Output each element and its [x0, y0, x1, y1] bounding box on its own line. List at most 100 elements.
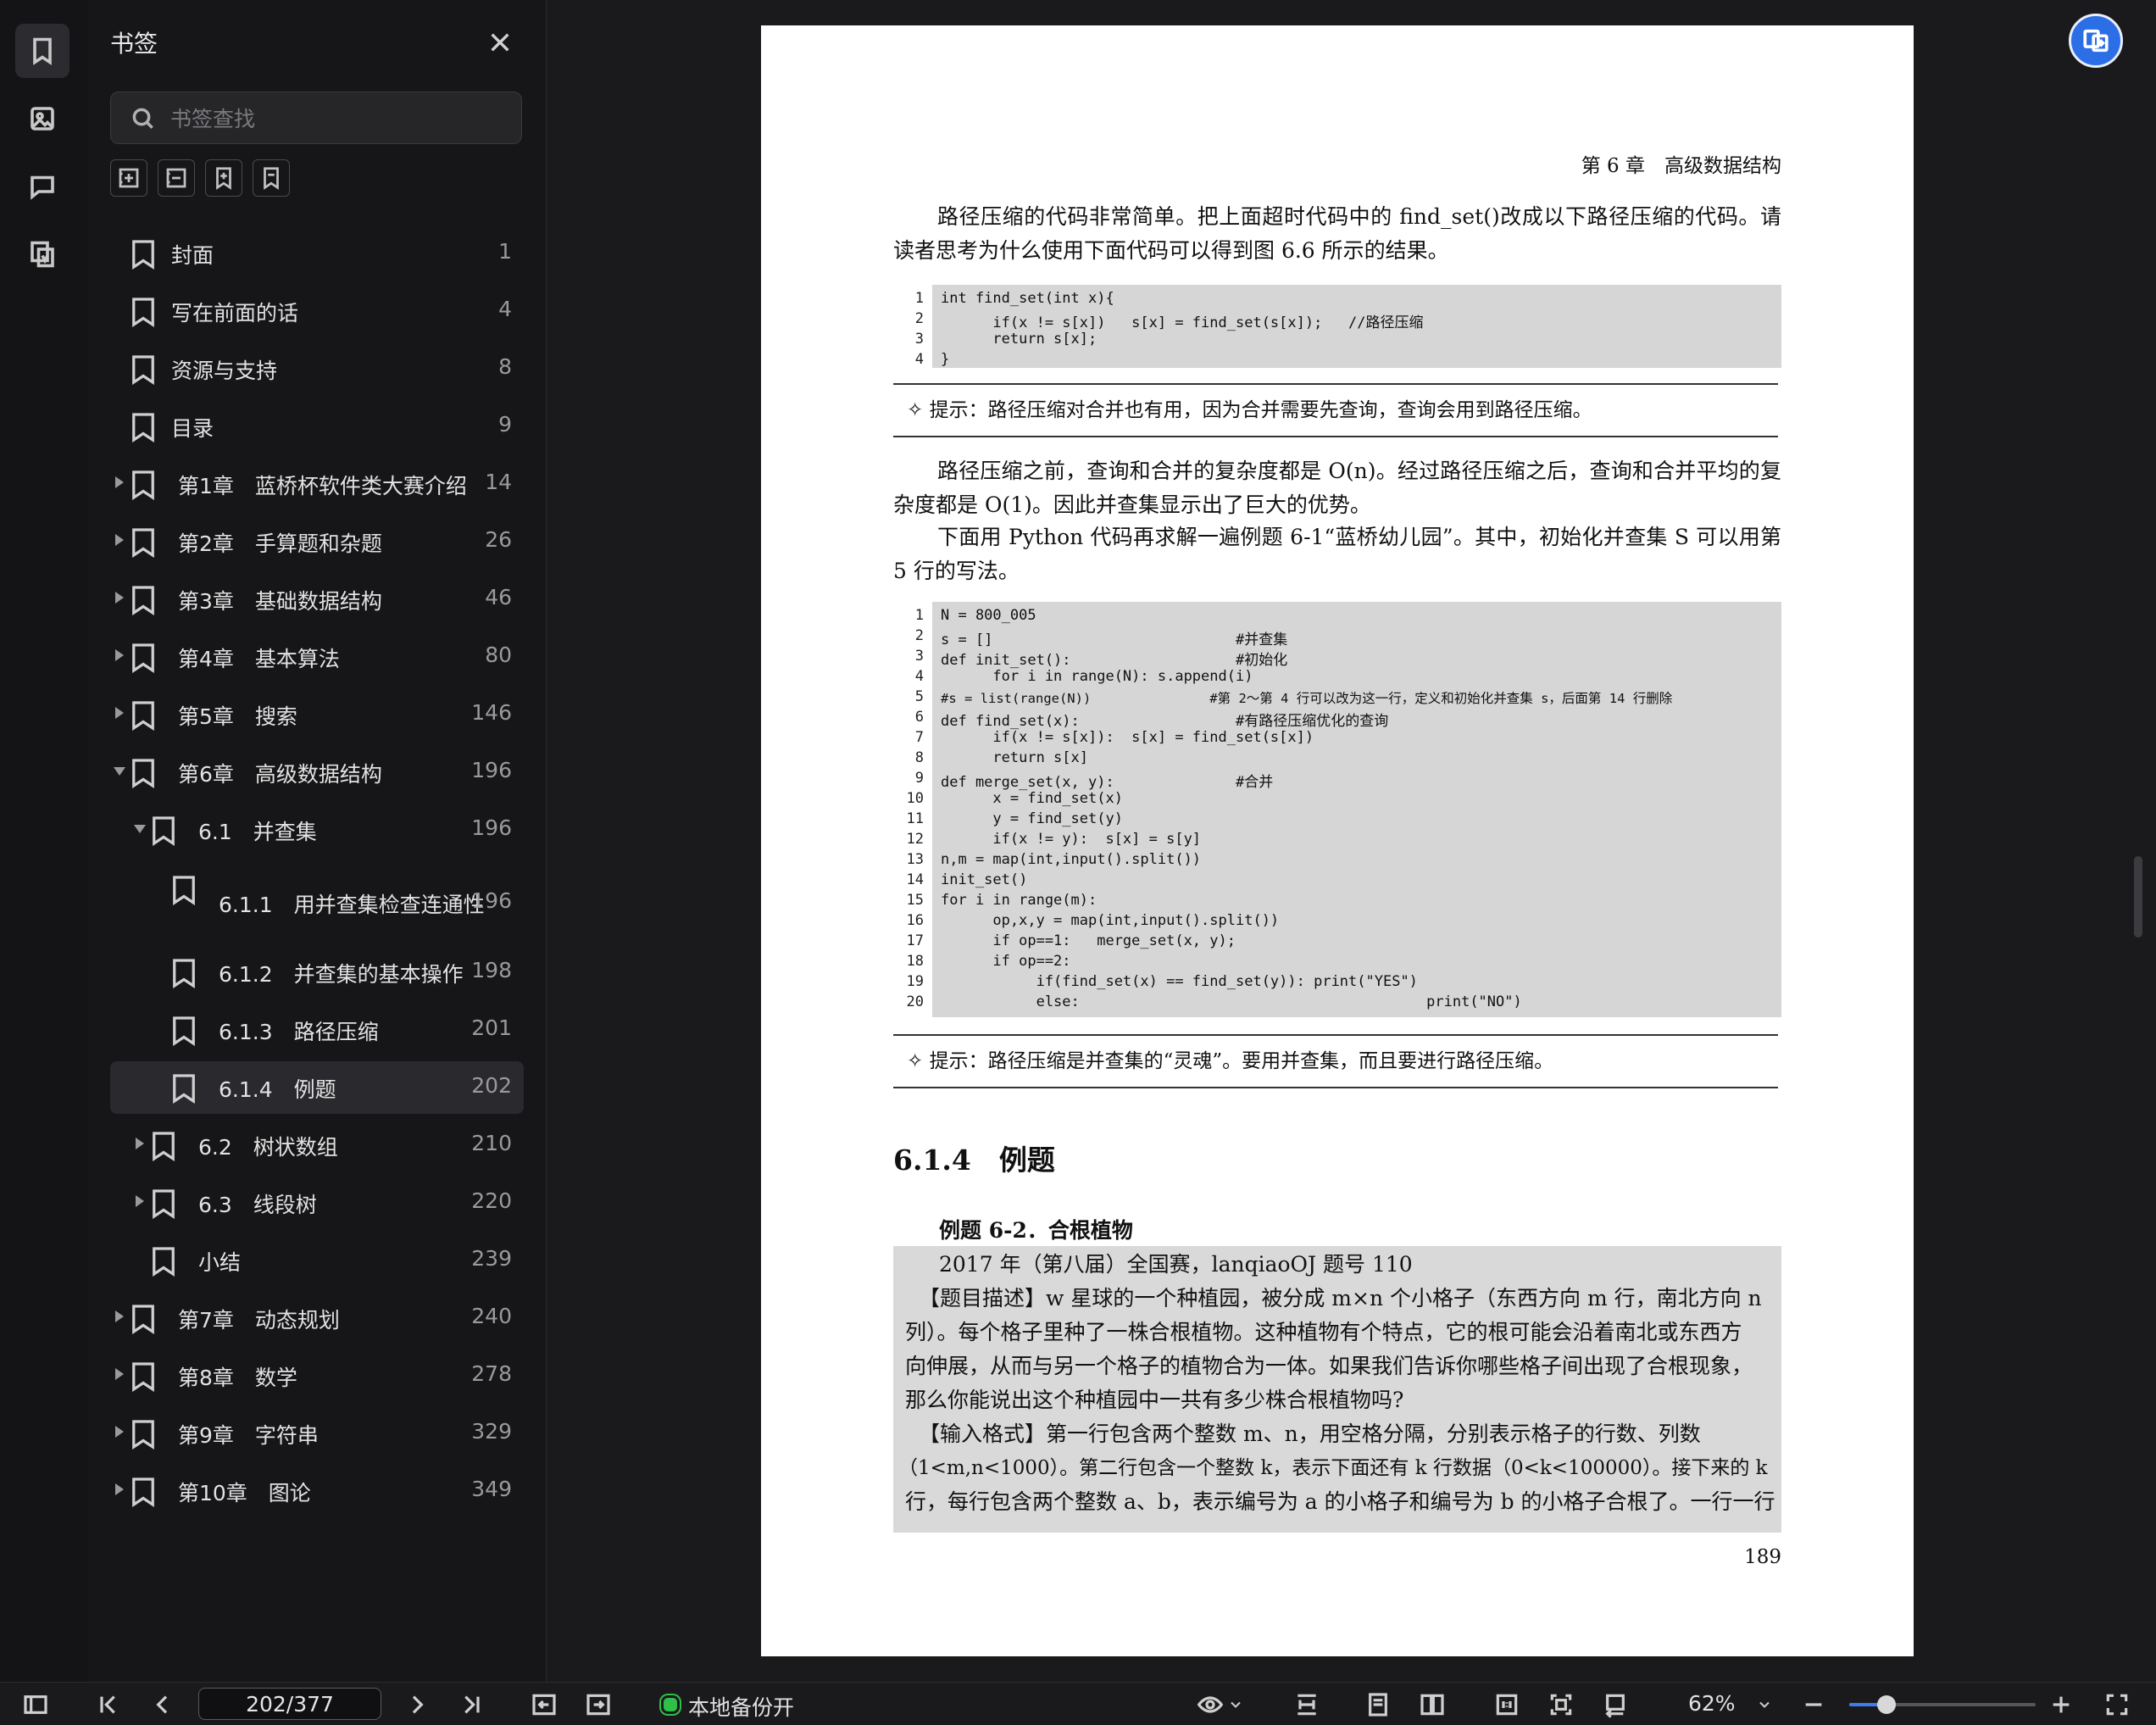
expand-arrow-icon[interactable] [115, 1310, 124, 1322]
code-line: if(x != s[x]) s[x] = find_set(s[x]); //路… [941, 314, 1424, 331]
bookmark-item[interactable]: 第8章 数学 278 [110, 1349, 524, 1402]
bookmark-item[interactable]: 第3章 基础数据结构 46 [110, 573, 524, 626]
collapse-all-button[interactable] [158, 159, 195, 197]
bookmark-page: 198 [471, 958, 512, 982]
bookmark-page: 14 [485, 470, 512, 494]
bookmark-label: 第7章 动态规划 [178, 1308, 340, 1333]
page-number: 189 [1744, 1546, 1781, 1568]
actual-size-button[interactable] [1493, 1691, 1520, 1718]
bookmark-item[interactable]: 6.1.3 路径压缩 201 [110, 1004, 524, 1056]
double-page-button[interactable] [1419, 1691, 1446, 1718]
zoom-level[interactable]: 62% [1688, 1691, 1736, 1716]
bookmark-settings-button[interactable] [253, 159, 290, 197]
bookmark-item[interactable]: 6.2 树状数组 210 [110, 1119, 524, 1171]
comment-panel-button[interactable] [15, 159, 69, 214]
bookmark-item[interactable]: 第2章 手算题和杂题 26 [110, 515, 524, 568]
close-sidebar-button[interactable] [486, 29, 514, 56]
expand-arrow-icon[interactable] [115, 649, 124, 661]
first-page-button[interactable] [95, 1691, 122, 1718]
code-line: for i in range(N): s.append(i) [941, 668, 1253, 685]
bookmark-item-active[interactable]: 6.1.4 例题 202 [110, 1061, 524, 1114]
bookmark-item[interactable]: 6.1.2 并查集的基本操作 198 [110, 946, 524, 999]
previous-page-button[interactable] [149, 1691, 176, 1718]
toggle-sidebar-button[interactable] [22, 1691, 49, 1718]
bookmark-item[interactable]: 第6章 高级数据结构 196 [110, 746, 524, 799]
example-line: 2017 年（第八届）全国赛，lanqiaoOJ 题号 110 [939, 1252, 1413, 1277]
add-bookmark-button[interactable] [205, 159, 242, 197]
bookmark-search-input[interactable] [169, 101, 511, 136]
thumbnail-panel-button[interactable] [15, 92, 69, 146]
section-heading: 6.1.4 例题 [893, 1144, 1055, 1177]
bookmark-page: 196 [471, 758, 512, 782]
bookmark-item[interactable]: 6.1 并查集 196 [110, 804, 524, 856]
bookmark-label: 第9章 字符串 [178, 1423, 319, 1448]
go-forward-button[interactable] [585, 1691, 612, 1718]
fit-page-button[interactable] [1548, 1691, 1575, 1718]
zoom-dropdown[interactable] [1756, 1691, 1773, 1718]
last-page-button[interactable] [458, 1691, 485, 1718]
expand-arrow-icon[interactable] [115, 1483, 124, 1495]
collapse-arrow-icon[interactable] [114, 767, 125, 776]
zoom-slider-handle[interactable] [1877, 1695, 1896, 1714]
bookmark-page: 239 [471, 1246, 512, 1271]
bookmark-icon [132, 643, 154, 674]
code-line: def merge_set(x, y): #合并 [941, 774, 1274, 791]
expand-arrow-icon[interactable] [115, 476, 124, 488]
extract-panel-button[interactable] [15, 227, 69, 281]
bookmark-item[interactable]: 第5章 搜索 146 [110, 688, 524, 741]
expand-arrow-icon[interactable] [115, 534, 124, 546]
go-back-button[interactable] [531, 1691, 558, 1718]
single-page-button[interactable] [1364, 1691, 1392, 1718]
bookmark-item[interactable]: 目录 9 [110, 400, 524, 453]
zoom-in-button[interactable] [2048, 1691, 2075, 1718]
actual-size-icon [1496, 1694, 1518, 1716]
bookmark-icon [132, 1305, 154, 1335]
expand-arrow-icon[interactable] [115, 592, 124, 604]
zoom-out-button[interactable] [1800, 1691, 1827, 1718]
fit-width-button[interactable] [1293, 1691, 1320, 1718]
bookmark-item[interactable]: 6.3 线段树 220 [110, 1177, 524, 1229]
bookmark-page: 210 [471, 1131, 512, 1155]
example-line: 【题目描述】w 星球的一个种植园，被分成 m×n 个小格子（东西方向 m 行，南… [919, 1286, 1762, 1310]
bookmark-item[interactable]: 写在前面的话 4 [110, 285, 524, 337]
page-number-input[interactable] [198, 1688, 381, 1720]
close-icon [491, 33, 509, 52]
bookmark-panel-button[interactable] [15, 24, 69, 78]
bookmark-label: 6.1.1 用并查集检查连通性 [219, 893, 485, 917]
expand-arrow-icon[interactable] [115, 707, 124, 719]
bookmark-item[interactable]: 第7章 动态规划 240 [110, 1292, 524, 1344]
bookmark-item[interactable]: 小结 239 [110, 1234, 524, 1287]
bookmark-label: 6.1.2 并查集的基本操作 [219, 962, 464, 987]
bookmark-item[interactable]: 资源与支持 8 [110, 342, 524, 395]
expand-arrow-icon[interactable] [136, 1195, 144, 1207]
code-line: if(x != y): s[x] = s[y] [941, 831, 1202, 848]
vertical-scrollbar[interactable] [2134, 856, 2142, 938]
bookmark-page: 220 [471, 1188, 512, 1213]
bookmark-page: 201 [471, 1016, 512, 1040]
bottom-toolbar: 本地备份开 62% [0, 1682, 2156, 1725]
reading-mode-dropdown[interactable] [1227, 1691, 1244, 1718]
bookmark-icon [33, 37, 52, 65]
reading-mode-button[interactable] [1197, 1691, 1224, 1718]
bookmark-icon [173, 876, 195, 906]
bookmark-label: 6.1.4 例题 [219, 1077, 336, 1102]
floating-action-button[interactable] [2069, 14, 2123, 68]
bookmark-icon [132, 701, 154, 732]
bookmark-item[interactable]: 第1章 蓝桥杯软件类大赛介绍 14 [110, 458, 524, 510]
expand-arrow-icon[interactable] [115, 1368, 124, 1380]
bookmark-item[interactable]: 第9章 字符串 329 [110, 1407, 524, 1460]
collapse-arrow-icon[interactable] [134, 825, 146, 833]
next-page-button[interactable] [403, 1691, 431, 1718]
local-backup-status[interactable]: 本地备份开 [661, 1691, 794, 1722]
bookmark-item[interactable]: 6.1.1 用并查集检查连通性 196 [110, 861, 524, 943]
zoom-slider[interactable] [1849, 1695, 2036, 1714]
expand-arrow-icon[interactable] [136, 1138, 144, 1149]
fullscreen-button[interactable] [2103, 1691, 2131, 1718]
bookmark-item[interactable]: 第10章 图论 349 [110, 1465, 524, 1517]
expand-all-button[interactable] [110, 159, 147, 197]
rotate-button[interactable] [1602, 1691, 1629, 1718]
bookmark-item[interactable]: 第4章 基本算法 80 [110, 631, 524, 683]
bookmark-item[interactable]: 封面 1 [110, 227, 524, 280]
bookmark-search-box[interactable] [110, 92, 522, 144]
expand-arrow-icon[interactable] [115, 1426, 124, 1438]
